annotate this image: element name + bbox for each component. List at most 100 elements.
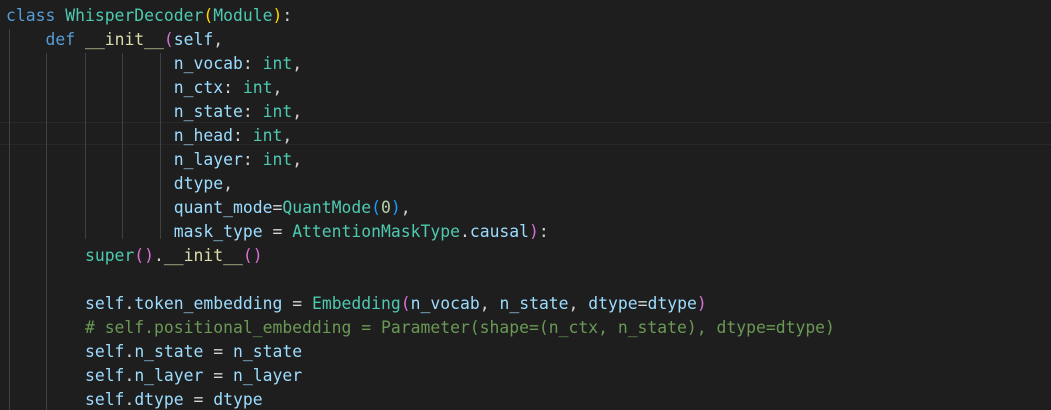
code-token: quant_mode bbox=[173, 198, 273, 217]
code-token: . bbox=[124, 342, 135, 361]
code-token: : bbox=[232, 126, 253, 145]
code-token: n_layer bbox=[134, 366, 204, 385]
code-token: = bbox=[203, 366, 233, 385]
code-token: __init__ bbox=[84, 30, 164, 49]
code-token: , bbox=[292, 54, 303, 73]
code-token: # self.positional_embedding = Parameter(… bbox=[84, 318, 835, 337]
code-token: ( bbox=[163, 30, 174, 49]
code-token: , bbox=[272, 78, 283, 97]
code-line[interactable]: mask_type = AttentionMaskType.causal): bbox=[6, 220, 549, 244]
code-token: dtype bbox=[173, 174, 224, 193]
code-token: class bbox=[6, 6, 56, 25]
code-token: : bbox=[223, 78, 243, 97]
code-line[interactable]: n_head: int, bbox=[6, 124, 292, 148]
code-token: n_layer bbox=[233, 366, 303, 385]
code-token: n_state bbox=[134, 342, 204, 361]
code-line[interactable]: def __init__(self, bbox=[6, 28, 223, 52]
code-editor[interactable]: class WhisperDecoder(Module): def __init… bbox=[0, 0, 1051, 410]
code-line[interactable]: n_vocab: int, bbox=[6, 52, 302, 76]
code-token: self bbox=[84, 366, 125, 385]
code-token: ( bbox=[371, 198, 382, 217]
code-token: , bbox=[292, 102, 303, 121]
code-line[interactable]: # self.positional_embedding = Parameter(… bbox=[6, 316, 835, 340]
code-token: dtype bbox=[134, 390, 184, 409]
code-token: mask_type bbox=[173, 222, 263, 241]
code-token: def bbox=[45, 30, 76, 49]
code-token: = bbox=[262, 222, 293, 241]
code-token: ) bbox=[696, 294, 707, 313]
code-token: n_state bbox=[173, 102, 243, 121]
code-token: : bbox=[282, 6, 293, 25]
code-line[interactable]: class WhisperDecoder(Module): bbox=[6, 4, 292, 28]
code-token: n_layer bbox=[173, 150, 243, 169]
code-line[interactable]: n_layer: int, bbox=[6, 148, 302, 172]
code-token: , bbox=[282, 126, 293, 145]
code-line[interactable]: self.n_layer = n_layer bbox=[6, 364, 302, 388]
code-line[interactable]: n_state: int, bbox=[6, 100, 302, 124]
code-token: Module bbox=[213, 6, 273, 25]
code-token: = bbox=[282, 294, 312, 313]
code-token: () bbox=[242, 246, 263, 265]
code-token: token_embedding bbox=[134, 294, 283, 313]
code-token: Embedding bbox=[311, 294, 401, 313]
code-line[interactable]: quant_mode=QuantMode(0), bbox=[6, 196, 411, 220]
code-token: , bbox=[213, 30, 224, 49]
code-token: ) bbox=[390, 198, 401, 217]
code-token: n_state bbox=[233, 342, 303, 361]
code-token: self bbox=[84, 390, 125, 409]
code-token: n_state bbox=[499, 294, 569, 313]
code-token: , bbox=[479, 294, 500, 313]
code-token: n_vocab bbox=[173, 54, 243, 73]
code-token: : bbox=[242, 54, 263, 73]
code-token: () bbox=[134, 246, 155, 265]
code-token: int bbox=[262, 102, 293, 121]
code-token: int bbox=[252, 126, 283, 145]
code-token: int bbox=[242, 78, 273, 97]
code-token: ) bbox=[272, 6, 283, 25]
code-line[interactable]: dtype, bbox=[6, 172, 233, 196]
code-line[interactable]: self.token_embedding = Embedding(n_vocab… bbox=[6, 292, 707, 316]
code-token: . bbox=[459, 222, 470, 241]
code-token: . bbox=[154, 246, 164, 265]
code-token: dtype bbox=[588, 294, 638, 313]
code-line[interactable]: self.dtype = dtype bbox=[6, 388, 263, 410]
code-token: causal bbox=[469, 222, 530, 241]
code-token: . bbox=[124, 366, 135, 385]
code-line[interactable]: n_ctx: int, bbox=[6, 76, 283, 100]
code-token: : bbox=[242, 150, 263, 169]
code-token: : bbox=[242, 102, 263, 121]
code-token: ( bbox=[203, 6, 214, 25]
code-token: self bbox=[173, 30, 214, 49]
code-token: , bbox=[400, 198, 411, 217]
code-line[interactable]: super().__init__() bbox=[6, 244, 263, 268]
code-token: . bbox=[124, 390, 135, 409]
code-token: n_vocab bbox=[410, 294, 480, 313]
code-token: self bbox=[84, 342, 125, 361]
code-token: = bbox=[183, 390, 214, 409]
code-token: n_head bbox=[173, 126, 233, 145]
code-line[interactable]: self.n_state = n_state bbox=[6, 340, 302, 364]
code-token: , bbox=[292, 150, 303, 169]
code-token: WhisperDecoder bbox=[65, 6, 204, 25]
code-token: . bbox=[124, 294, 135, 313]
code-token: int bbox=[262, 150, 293, 169]
code-token: = bbox=[272, 198, 283, 217]
code-token: n_ctx bbox=[173, 78, 224, 97]
code-token: 0 bbox=[381, 198, 391, 217]
code-token: QuantMode bbox=[282, 198, 372, 217]
code-token: dtype bbox=[647, 294, 697, 313]
code-token: AttentionMaskType bbox=[292, 222, 460, 241]
code-token: super bbox=[84, 246, 135, 265]
